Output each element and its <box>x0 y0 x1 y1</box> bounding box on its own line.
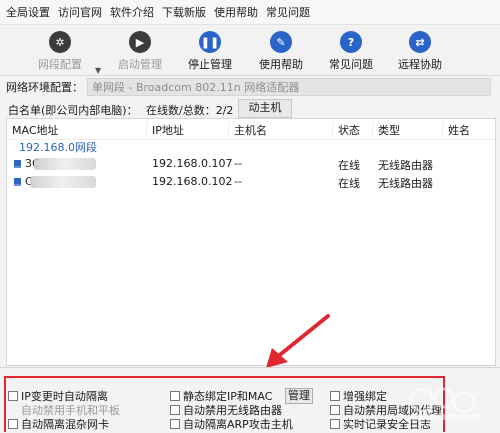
cell-ip: 192.168.0.102 <box>152 175 233 188</box>
chevron-down-icon[interactable]: ▼ <box>95 66 101 75</box>
faq-button[interactable]: ? 常见问题 <box>319 29 383 73</box>
whitelist-label: 白名单(即公司内部电脑)： <box>8 104 138 117</box>
checkbox[interactable] <box>330 419 340 429</box>
menu-global-settings[interactable]: 全局设置 <box>6 4 50 20</box>
options-panel: IP变更时自动隔离 自动禁用手机和平板 自动隔离混杂网卡 静态绑定IP和MAC … <box>0 367 500 433</box>
table-row[interactable]: C 192.168.0.102 -- 在线 无线路由器 <box>7 173 495 191</box>
cell-hostname: -- <box>234 175 242 188</box>
option-static-bind[interactable]: 静态绑定IP和MAC <box>170 389 272 403</box>
column-mac[interactable]: MAC地址 <box>7 122 147 137</box>
option-label: 实时记录安全日志 <box>343 418 431 431</box>
menu-bar: 全局设置 访问官网 软件介绍 下载新版 使用帮助 常见问题 <box>0 0 500 25</box>
network-config-button[interactable]: ✲ 网段配置 <box>28 29 92 73</box>
online-count: 在线数/总数：2/2 <box>146 104 234 117</box>
menu-help[interactable]: 使用帮助 <box>214 4 258 20</box>
start-manage-button[interactable]: ▶ 启动管理 <box>108 29 172 73</box>
play-icon: ▶ <box>129 31 151 53</box>
cell-status: 在线 <box>338 159 360 172</box>
option-label: 自动禁用手机和平板 <box>21 404 120 417</box>
menu-software-intro[interactable]: 软件介绍 <box>110 4 154 20</box>
network-config-label: 网段配置 <box>38 58 82 71</box>
column-name[interactable]: 姓名 <box>443 122 495 137</box>
option-block-wireless-router[interactable]: 自动禁用无线路由器 <box>170 403 282 417</box>
mac-blur-mask <box>30 176 96 188</box>
checkbox[interactable] <box>330 405 340 415</box>
column-type[interactable]: 类型 <box>373 122 443 137</box>
option-ip-change-isolate[interactable]: IP变更时自动隔离 <box>8 389 108 403</box>
option-label: 自动禁用局域网代理 <box>343 404 442 417</box>
cell-hostname: -- <box>234 157 242 170</box>
pause-icon: ❚❚ <box>199 31 221 53</box>
subnet-group-label[interactable]: 192.168.0网段 <box>19 139 97 155</box>
table-header: MAC地址 IP地址 主机名 状态 类型 姓名 <box>7 119 495 140</box>
gear-icon: ✲ <box>49 31 71 53</box>
computer-icon <box>14 178 21 186</box>
checkbox[interactable] <box>330 391 340 401</box>
column-status[interactable]: 状态 <box>333 122 373 137</box>
option-label: 静态绑定IP和MAC <box>183 390 273 403</box>
remote-assist-button[interactable]: ⇄ 远程协助 <box>388 29 452 73</box>
stop-manage-label: 停止管理 <box>188 58 232 71</box>
option-label: 自动禁用无线路由器 <box>183 404 282 417</box>
column-hostname[interactable]: 主机名 <box>229 122 333 137</box>
cell-type: 无线路由器 <box>378 177 433 190</box>
host-table: MAC地址 IP地址 主机名 状态 类型 姓名 192.168.0网段 3C 1… <box>6 118 496 366</box>
option-label: IP变更时自动隔离 <box>21 390 108 403</box>
option-realtime-log[interactable]: 实时记录安全日志 <box>330 417 431 431</box>
mac-blur-mask <box>34 158 96 170</box>
option-auto-block-lan-proxy[interactable]: 自动禁用局域网代理 <box>330 403 442 417</box>
network-adapter-field[interactable]: 单网段 - Broadcom 802.11n 网络适配器 <box>87 78 491 96</box>
help-book-icon: ✎ <box>270 31 292 53</box>
toolbar: ✲ 网段配置 ▼ ▶ 启动管理 ❚❚ 停止管理 ✎ 使用帮助 ? 常见问题 ⇄ … <box>0 25 500 76</box>
computer-icon <box>14 160 21 168</box>
annotation-arrow-icon <box>266 314 330 368</box>
stop-manage-button[interactable]: ❚❚ 停止管理 <box>178 29 242 73</box>
menu-visit-website[interactable]: 访问官网 <box>58 4 102 20</box>
help-button[interactable]: ✎ 使用帮助 <box>249 29 313 73</box>
checkbox[interactable] <box>170 391 180 401</box>
menu-faq[interactable]: 常见问题 <box>266 4 310 20</box>
option-label: 自动隔离混杂网卡 <box>21 418 109 431</box>
cell-type: 无线路由器 <box>378 159 433 172</box>
option-enhanced-bind[interactable]: 增强绑定 <box>330 389 387 403</box>
start-manage-label: 启动管理 <box>118 58 162 71</box>
question-icon: ? <box>340 31 362 53</box>
network-config-row: 网络环境配置： 单网段 - Broadcom 802.11n 网络适配器 <box>0 76 500 98</box>
network-config-title: 网络环境配置： <box>6 81 83 94</box>
table-row[interactable]: 3C 192.168.0.107 -- 在线 无线路由器 <box>7 155 495 173</box>
cell-status: 在线 <box>338 177 360 190</box>
faq-label: 常见问题 <box>329 58 373 71</box>
option-label: 自动隔离ARP攻击主机 <box>183 418 293 431</box>
help-label: 使用帮助 <box>259 58 303 71</box>
checkbox[interactable] <box>8 391 18 401</box>
menu-download-new[interactable]: 下载新版 <box>162 4 206 20</box>
manage-button[interactable]: 管理 <box>285 388 313 404</box>
checkbox[interactable] <box>170 405 180 415</box>
cell-ip: 192.168.0.107 <box>152 157 233 170</box>
whitelist-row: 白名单(即公司内部电脑)： 在线数/总数：2/2 动主机 <box>0 99 500 119</box>
column-ip[interactable]: IP地址 <box>147 122 229 137</box>
option-auto-isolate-promiscuous[interactable]: 自动隔离混杂网卡 <box>8 417 109 431</box>
option-auto-block-mobile[interactable]: 自动禁用手机和平板 <box>8 403 120 417</box>
option-label: 增强绑定 <box>343 390 387 403</box>
remote-assist-label: 远程协助 <box>398 58 442 71</box>
remote-assist-icon: ⇄ <box>409 31 431 53</box>
tab-hosts[interactable]: 动主机 <box>238 99 292 118</box>
checkbox[interactable] <box>8 419 18 429</box>
checkbox[interactable] <box>170 419 180 429</box>
option-isolate-arp[interactable]: 自动隔离ARP攻击主机 <box>170 417 293 431</box>
